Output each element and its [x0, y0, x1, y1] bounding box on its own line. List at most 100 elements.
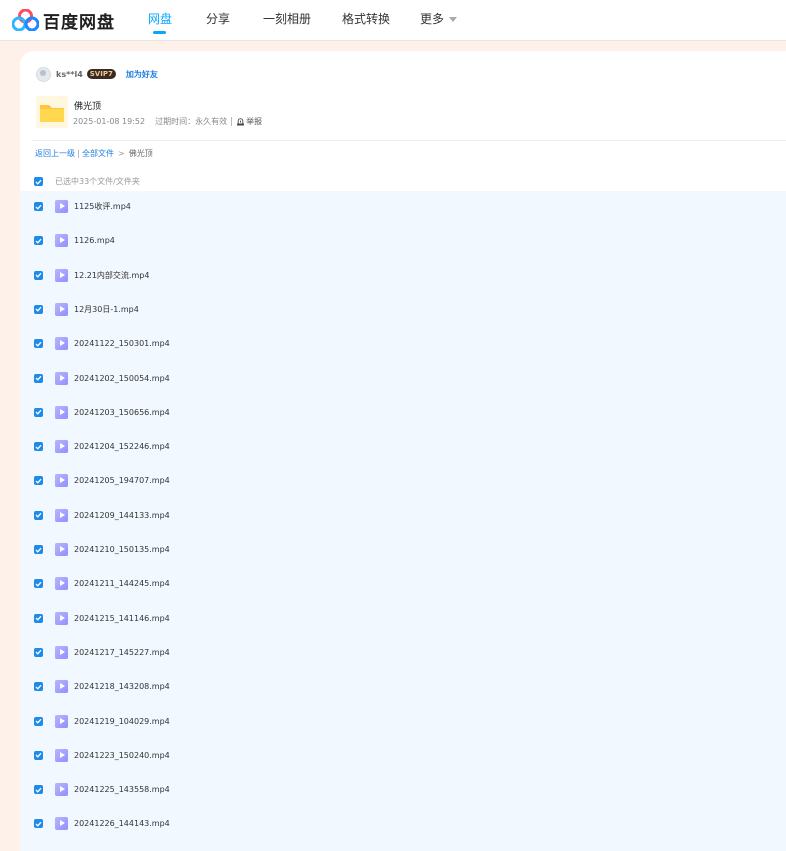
file-row[interactable]: 20241204_152246.mp4 [20, 431, 786, 465]
file-checkbox[interactable] [34, 750, 43, 760]
file-name[interactable]: 20241217_145227.mp4 [74, 637, 170, 669]
file-list: 1125收评.mp4 1126.mp4 12.21内部交流.mp4 12月30日-1.… [20, 191, 786, 851]
caret-down-icon [449, 17, 458, 22]
brand-logo[interactable]: 百度网盘 [12, 8, 115, 33]
file-name[interactable]: 1125收评.mp4 [74, 191, 131, 223]
nav-photo-album[interactable]: 一刻相册 [263, 0, 311, 40]
avatar[interactable] [36, 66, 51, 82]
video-file-icon [55, 440, 68, 454]
file-checkbox[interactable] [34, 476, 43, 486]
sharer-username[interactable]: ks**l4 [56, 70, 83, 79]
file-name[interactable]: 20241219_104029.mp4 [74, 706, 170, 738]
video-file-icon [55, 680, 68, 694]
breadcrumb-divider [78, 149, 79, 158]
file-checkbox[interactable] [34, 373, 43, 383]
file-name[interactable]: 1126.mp4 [74, 225, 115, 257]
breadcrumb-current: 佛光顶 [128, 149, 153, 158]
expire-label: 过期时间： [155, 117, 196, 126]
file-row[interactable]: 20241205_194707.mp4 [20, 465, 786, 499]
checkmark-icon [35, 272, 42, 278]
checkmark-icon [35, 684, 42, 690]
file-row[interactable]: 12.21内部交流.mp4 [20, 260, 786, 294]
file-row[interactable]: 20241215_141146.mp4 [20, 603, 786, 637]
file-checkbox[interactable] [34, 819, 43, 829]
file-row[interactable]: 20241219_104029.mp4 [20, 706, 786, 740]
share-meta: 2025-01-08 19:52 过期时间： 永久有效 举报 [73, 116, 262, 127]
file-checkbox[interactable] [34, 510, 43, 520]
file-name[interactable]: 20241211_144245.mp4 [74, 568, 170, 600]
file-name[interactable]: 20241205_194707.mp4 [74, 465, 170, 497]
file-row[interactable]: 20241122_150301.mp4 [20, 328, 786, 362]
shared-folder-name: 佛光顶 [74, 102, 102, 112]
file-name[interactable]: 12.21内部交流.mp4 [74, 260, 149, 292]
file-name[interactable]: 20241226_144143.mp4 [74, 808, 170, 840]
nav-share[interactable]: 分享 [206, 0, 230, 40]
file-name[interactable]: 20241122_150301.mp4 [74, 328, 170, 360]
baidu-netdisk-logo-icon [12, 9, 39, 31]
file-checkbox[interactable] [34, 716, 43, 726]
nav-netdisk[interactable]: 网盘 [148, 0, 172, 40]
file-row[interactable]: 1126.mp4 [20, 225, 786, 259]
selection-summary: 已选中33个文件/文件夹 [55, 177, 140, 186]
nav-active-indicator [153, 31, 166, 34]
file-checkbox[interactable] [34, 579, 43, 589]
select-all-checkbox[interactable] [34, 177, 43, 186]
file-row[interactable]: 20241202_150054.mp4 [20, 363, 786, 397]
file-checkbox[interactable] [34, 647, 43, 657]
file-name[interactable]: 20241209_144133.mp4 [74, 500, 170, 532]
file-name[interactable]: 20241218_143208.mp4 [74, 671, 170, 703]
file-row[interactable]: 20241203_150656.mp4 [20, 397, 786, 431]
file-name[interactable]: 20241215_141146.mp4 [74, 603, 170, 635]
file-checkbox[interactable] [34, 442, 43, 452]
top-nav-bar: 百度网盘 网盘 分享 一刻相册 格式转换 更多 [0, 0, 786, 41]
file-row[interactable]: 12月30日-1.mp4 [20, 294, 786, 328]
video-file-icon [55, 474, 68, 488]
video-file-icon [55, 337, 68, 351]
nav-format-convert[interactable]: 格式转换 [342, 0, 390, 40]
checkmark-icon [35, 650, 42, 656]
video-file-icon [55, 200, 68, 213]
checkmark-icon [35, 179, 42, 185]
video-file-icon [55, 748, 68, 762]
file-name[interactable]: 20241225_143558.mp4 [74, 774, 170, 806]
checkmark-icon [35, 341, 42, 347]
file-checkbox[interactable] [34, 785, 43, 795]
file-row[interactable]: 20241218_143208.mp4 [20, 671, 786, 705]
checkmark-icon [35, 307, 42, 313]
report-button[interactable]: 举报 [236, 116, 262, 127]
file-checkbox[interactable] [34, 545, 43, 554]
file-checkbox[interactable] [34, 202, 43, 211]
breadcrumb-all-files-link[interactable]: 全部文件 [82, 148, 114, 159]
video-file-icon [55, 371, 68, 385]
file-row[interactable]: 20241217_145227.mp4 [20, 637, 786, 671]
video-file-icon [55, 783, 68, 797]
file-name[interactable]: 12月30日-1.mp4 [74, 294, 139, 326]
file-checkbox[interactable] [34, 304, 43, 314]
file-name[interactable]: 20241203_150656.mp4 [74, 397, 170, 429]
file-name[interactable]: 20241223_150240.mp4 [74, 740, 170, 772]
nav-more[interactable]: 更多 [420, 0, 458, 40]
vip-badge: SVIP7 [86, 69, 116, 79]
breadcrumb-back-link[interactable]: 返回上一级 [35, 148, 75, 159]
file-row[interactable]: 20241209_144133.mp4 [20, 500, 786, 534]
brand-name: 百度网盘 [43, 12, 115, 33]
breadcrumb: 返回上一级 全部文件 > 佛光顶 [35, 148, 153, 159]
video-file-icon [55, 302, 68, 316]
file-row[interactable]: 20241226_144143.mp4 [20, 808, 786, 842]
file-name[interactable]: 20241202_150054.mp4 [74, 363, 170, 395]
file-checkbox[interactable] [34, 270, 43, 280]
file-checkbox[interactable] [34, 236, 43, 246]
file-checkbox[interactable] [34, 339, 43, 349]
checkmark-icon [35, 547, 42, 553]
file-checkbox[interactable] [34, 613, 43, 623]
file-row[interactable]: 20241223_150240.mp4 [20, 740, 786, 774]
file-row[interactable]: 20241225_143558.mp4 [20, 774, 786, 808]
file-checkbox[interactable] [34, 407, 43, 417]
file-row[interactable]: 20241211_144245.mp4 [20, 568, 786, 602]
add-friend-link[interactable]: 加为好友 [126, 69, 158, 80]
file-name[interactable]: 20241204_152246.mp4 [74, 431, 170, 463]
file-name[interactable]: 20241210_150135.mp4 [74, 534, 170, 566]
file-row[interactable]: 20241210_150135.mp4 [20, 534, 786, 568]
file-row[interactable]: 1125收评.mp4 [20, 191, 786, 225]
file-checkbox[interactable] [34, 682, 43, 692]
